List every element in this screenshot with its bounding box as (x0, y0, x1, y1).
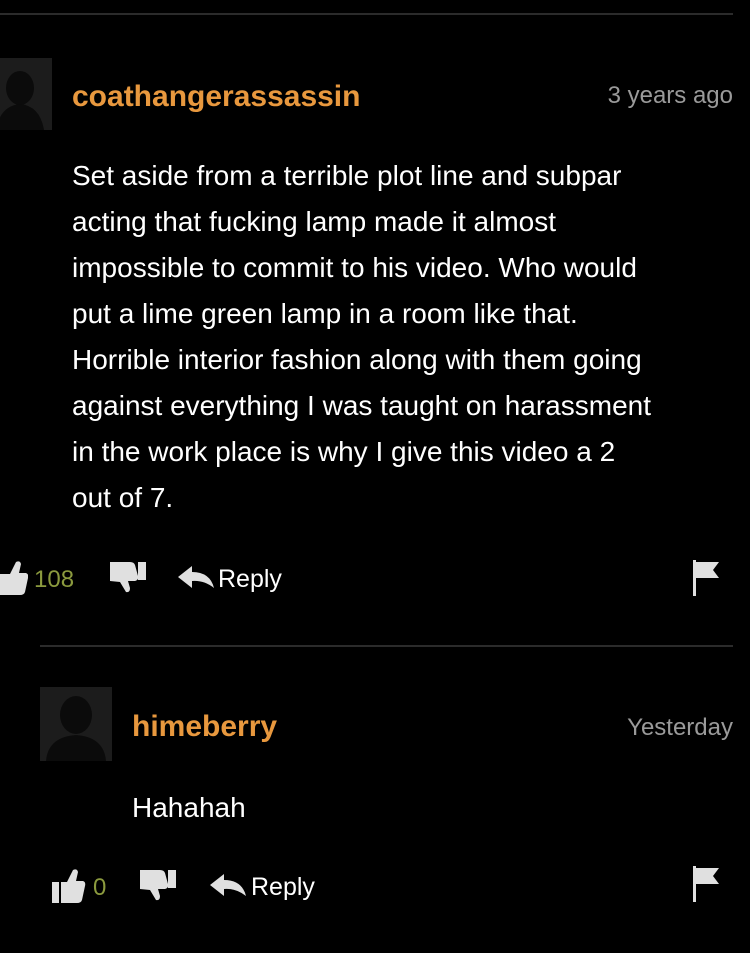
timestamp: 3 years ago (607, 82, 733, 109)
comment-body: Hahahah (132, 785, 732, 831)
comment-actions: 0 Reply (0, 866, 750, 906)
comment-line: put a lime green lamp in a room like tha… (72, 298, 578, 329)
comment-line: against everything I was taught on haras… (72, 390, 652, 421)
thumbs-up-icon[interactable] (0, 560, 28, 596)
comment-line: in the work place is why I give this vid… (72, 436, 616, 467)
thumbs-up-icon[interactable] (52, 868, 86, 904)
comment-body: Set aside from a terrible plot line and … (72, 153, 742, 521)
reply-arrow-icon[interactable] (210, 874, 246, 898)
like-count: 0 (93, 874, 107, 901)
comment-line: acting that fucking lamp made it almost (72, 206, 557, 237)
flag-icon[interactable] (693, 560, 721, 596)
avatar[interactable] (0, 58, 52, 130)
comment-line: Set aside from a terrible plot line and … (72, 160, 622, 191)
comment-line: impossible to commit to his video. Who w… (72, 252, 637, 283)
comment-actions: 108 Reply (0, 558, 750, 598)
reply-button[interactable]: Reply (251, 873, 315, 902)
username[interactable]: coathangerassassin (72, 80, 360, 114)
username[interactable]: himeberry (132, 710, 277, 744)
like-count: 108 (34, 566, 75, 593)
default-avatar-icon (0, 58, 52, 130)
reply-button[interactable]: Reply (218, 565, 282, 594)
top-divider (0, 13, 733, 15)
comment-line: out of 7. (72, 482, 174, 513)
reply-arrow-icon[interactable] (178, 566, 214, 590)
reply-divider (40, 645, 733, 647)
default-avatar-icon (40, 687, 112, 761)
thumbs-down-icon[interactable] (138, 868, 176, 902)
avatar[interactable] (40, 687, 112, 761)
comment-line: Hahahah (132, 792, 246, 823)
flag-icon[interactable] (693, 866, 721, 902)
comment-line: Horrible interior fashion along with the… (72, 344, 642, 375)
thumbs-down-icon[interactable] (108, 560, 146, 594)
timestamp: Yesterday (627, 714, 733, 741)
